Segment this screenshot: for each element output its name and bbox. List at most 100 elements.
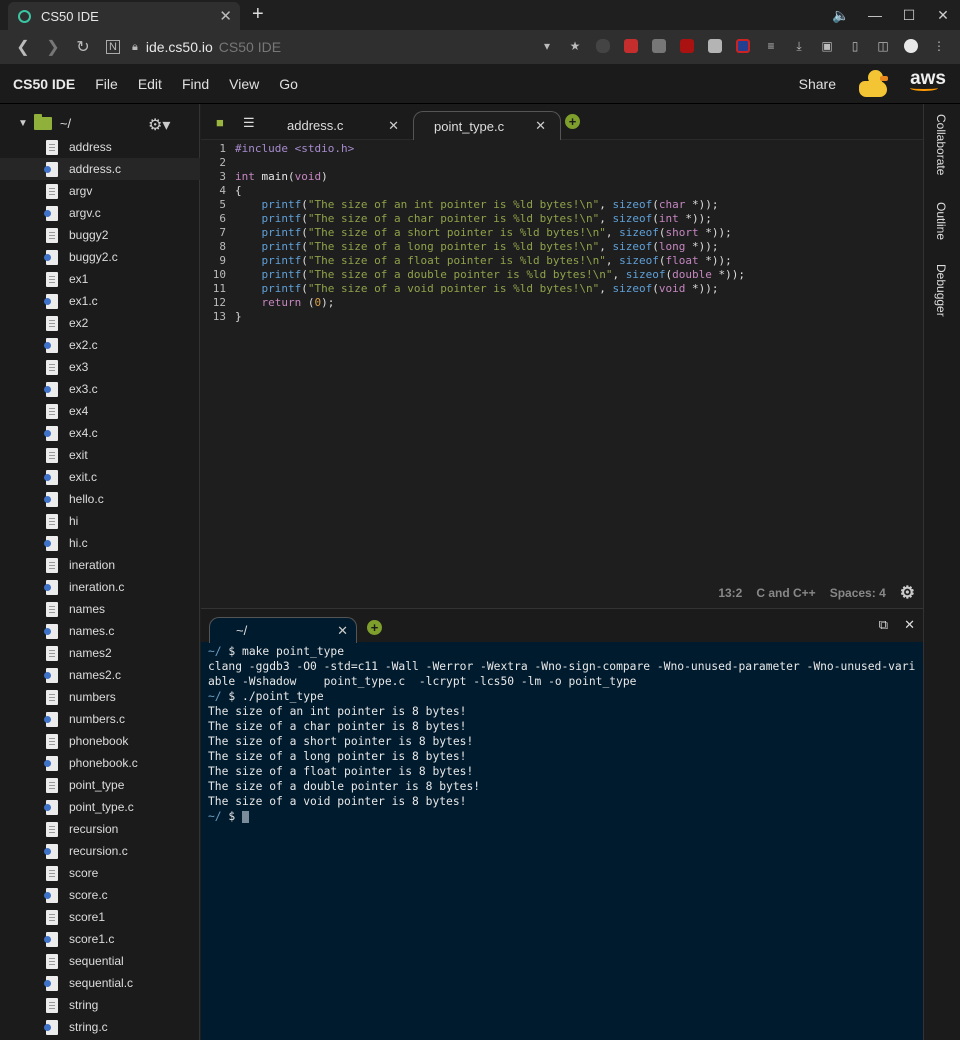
- menu-kebab-icon[interactable]: ⋮: [928, 37, 950, 55]
- language-mode[interactable]: C and C++: [756, 586, 815, 600]
- minimize-icon[interactable]: —: [858, 7, 892, 23]
- mouse-extension-icon[interactable]: [592, 37, 614, 55]
- gallery-extension-icon[interactable]: [704, 37, 726, 55]
- red-extension-icon[interactable]: [620, 37, 642, 55]
- file-tree-item[interactable]: numbers: [0, 686, 200, 708]
- file-tree-item[interactable]: score1: [0, 906, 200, 928]
- new-tab-plus-icon[interactable]: +: [565, 114, 580, 129]
- file-tree-item[interactable]: hello.c: [0, 488, 200, 510]
- file-tree-item[interactable]: ineration.c: [0, 576, 200, 598]
- tab-address-c[interactable]: address.c ✕: [273, 111, 411, 140]
- extension-n-icon[interactable]: N: [106, 40, 120, 54]
- menu-edit[interactable]: Edit: [138, 76, 162, 92]
- file-tree-item[interactable]: ex1.c: [0, 290, 200, 312]
- file-tree-item[interactable]: ex2.c: [0, 334, 200, 356]
- file-tree-item[interactable]: hi: [0, 510, 200, 532]
- outline-tab[interactable]: Outline: [934, 202, 948, 240]
- ide-brand[interactable]: CS50 IDE: [13, 76, 75, 92]
- browser-tab[interactable]: CS50 IDE ✕: [8, 2, 240, 30]
- file-tree-item[interactable]: buggy2.c: [0, 246, 200, 268]
- file-tree-item[interactable]: ineration: [0, 554, 200, 576]
- file-tree-item[interactable]: string: [0, 994, 200, 1016]
- puzzle-extension-icon[interactable]: [648, 37, 670, 55]
- collaborate-tab[interactable]: Collaborate: [934, 114, 948, 175]
- reading-list-icon[interactable]: ≡: [760, 37, 782, 55]
- close-terminal-icon[interactable]: ✕: [337, 623, 348, 639]
- file-tree-item[interactable]: sequential: [0, 950, 200, 972]
- file-tree-item[interactable]: hi.c: [0, 532, 200, 554]
- pocket-icon[interactable]: ▾: [536, 37, 558, 55]
- file-tree-item[interactable]: exit: [0, 444, 200, 466]
- file-tree-item[interactable]: ex4: [0, 400, 200, 422]
- folder-toggle-icon[interactable]: ■: [216, 115, 224, 130]
- file-tree-item[interactable]: buggy2: [0, 224, 200, 246]
- share-button[interactable]: Share: [799, 76, 836, 92]
- reload-icon[interactable]: ↻: [68, 37, 98, 57]
- file-tree-item[interactable]: string.c: [0, 1016, 200, 1038]
- indent-setting[interactable]: Spaces: 4: [830, 586, 886, 600]
- file-list-icon[interactable]: ☰: [243, 115, 255, 131]
- flag-extension-icon[interactable]: [732, 37, 754, 55]
- file-tree-item[interactable]: phonebook: [0, 730, 200, 752]
- camera-icon[interactable]: ▣: [816, 37, 838, 55]
- file-tree-item[interactable]: ex2: [0, 312, 200, 334]
- menu-view[interactable]: View: [229, 76, 259, 92]
- cursor-position[interactable]: 13:2: [718, 586, 742, 600]
- close-tab-icon[interactable]: ✕: [219, 7, 232, 25]
- file-tree-item[interactable]: exit.c: [0, 466, 200, 488]
- file-tree-item[interactable]: address.c: [0, 158, 200, 180]
- debugger-tab[interactable]: Debugger: [934, 264, 948, 317]
- terminal-tab[interactable]: ~/ ✕: [209, 617, 357, 643]
- file-tree-item[interactable]: point_type: [0, 774, 200, 796]
- tree-settings-gear-icon[interactable]: ⚙▾: [148, 115, 170, 135]
- new-terminal-plus-icon[interactable]: +: [367, 620, 382, 635]
- close-tab-icon[interactable]: ✕: [388, 118, 399, 134]
- bookmark-star-icon[interactable]: ★: [564, 37, 586, 55]
- file-tree-item[interactable]: recursion: [0, 818, 200, 840]
- file-tree-item[interactable]: numbers.c: [0, 708, 200, 730]
- menu-file[interactable]: File: [95, 76, 118, 92]
- file-tree-item[interactable]: sequential.c: [0, 972, 200, 994]
- file-tree-item[interactable]: names2.c: [0, 664, 200, 686]
- file-tree-item[interactable]: point_type.c: [0, 796, 200, 818]
- profile-avatar-icon[interactable]: [900, 37, 922, 55]
- terminal-output[interactable]: ~/ $ make point_type clang -ggdb3 -O0 -st…: [208, 644, 920, 824]
- maximize-terminal-icon[interactable]: ⧉: [879, 617, 888, 633]
- tree-root-folder[interactable]: ▼ ~/: [18, 114, 71, 131]
- new-tab-button[interactable]: +: [252, 3, 264, 26]
- file-tree-item[interactable]: address: [0, 136, 200, 158]
- close-tab-icon[interactable]: ✕: [535, 118, 546, 134]
- download-icon[interactable]: ⤓: [788, 37, 810, 55]
- file-tree-item[interactable]: ex3: [0, 356, 200, 378]
- file-tree-item[interactable]: ex4.c: [0, 422, 200, 444]
- back-icon[interactable]: ❮: [8, 37, 38, 57]
- tab-point-type-c[interactable]: point_type.c ✕: [413, 111, 561, 140]
- editor-settings-gear-icon[interactable]: ⚙: [900, 583, 915, 603]
- file-tree-item[interactable]: phonebook.c: [0, 752, 200, 774]
- file-tree-item[interactable]: score1.c: [0, 928, 200, 950]
- maximize-icon[interactable]: ☐: [892, 7, 926, 24]
- file-tree-item[interactable]: names: [0, 598, 200, 620]
- rubber-duck-icon[interactable]: [856, 69, 890, 99]
- file-tree-item[interactable]: names2: [0, 642, 200, 664]
- file-tree-item[interactable]: score.c: [0, 884, 200, 906]
- volume-icon[interactable]: 🔈: [824, 7, 858, 24]
- menu-find[interactable]: Find: [182, 76, 209, 92]
- file-tree-item[interactable]: ex1: [0, 268, 200, 290]
- close-window-icon[interactable]: ✕: [926, 7, 960, 24]
- reader-icon[interactable]: ▯: [844, 37, 866, 55]
- file-tree-item[interactable]: ex3.c: [0, 378, 200, 400]
- expand-triangle-icon[interactable]: ▼: [18, 118, 28, 129]
- file-tree-item[interactable]: score: [0, 862, 200, 884]
- sidebar-icon[interactable]: ◫: [872, 37, 894, 55]
- close-panel-icon[interactable]: ✕: [904, 617, 915, 633]
- file-tree-item[interactable]: recursion.c: [0, 840, 200, 862]
- file-tree-item[interactable]: argv.c: [0, 202, 200, 224]
- code-area[interactable]: 1 #include <stdio.h> 2 3 int main(void) 4{5 p…: [201, 142, 923, 324]
- file-tree-item[interactable]: argv: [0, 180, 200, 202]
- menu-go[interactable]: Go: [279, 76, 298, 92]
- forward-icon[interactable]: ❯: [38, 37, 68, 57]
- ninja-extension-icon[interactable]: [676, 37, 698, 55]
- url-field[interactable]: 🔒︎ ide.cs50.io CS50 IDE: [132, 39, 281, 55]
- file-tree-item[interactable]: names.c: [0, 620, 200, 642]
